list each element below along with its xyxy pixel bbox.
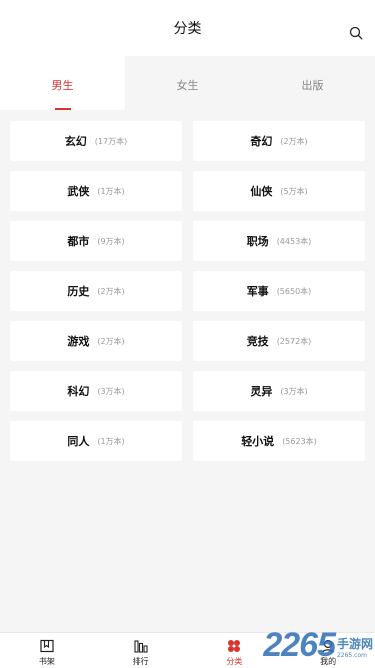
category-item[interactable]: 竞技 (2572本) xyxy=(193,321,365,361)
tab-publish[interactable]: 出版 xyxy=(250,56,375,110)
category-count: (5650本) xyxy=(276,286,312,296)
bookshelf-icon xyxy=(40,639,54,653)
tab-label: 女生 xyxy=(176,79,199,92)
nav-bookshelf[interactable]: 书架 xyxy=(0,633,94,668)
category-count: (5623本) xyxy=(282,436,317,446)
category-name: 科幻 xyxy=(67,385,90,398)
tab-male[interactable]: 男生 xyxy=(0,56,125,110)
tab-female[interactable]: 女生 xyxy=(125,56,250,110)
category-name: 竞技 xyxy=(246,335,269,348)
tab-label: 出版 xyxy=(301,79,324,92)
category-name: 仙侠 xyxy=(250,185,273,198)
category-icon xyxy=(228,640,241,652)
category-count: (2万本) xyxy=(280,136,308,146)
category-name: 游戏 xyxy=(67,335,90,348)
category-name: 灵异 xyxy=(250,385,273,398)
nav-category[interactable]: 分类 xyxy=(188,633,282,668)
category-count: (4453本) xyxy=(276,236,312,246)
ranking-icon xyxy=(134,640,148,653)
category-count: (3万本) xyxy=(280,386,308,396)
gender-tabs: 男生 女生 出版 xyxy=(0,56,375,110)
category-name: 武侠 xyxy=(67,185,90,198)
category-name: 职场 xyxy=(246,235,269,248)
category-count: (17万本) xyxy=(94,136,128,146)
category-count: (1万本) xyxy=(97,436,125,446)
bottom-navigation: 书架 排行 分类 我的 xyxy=(0,632,375,668)
category-item[interactable]: 玄幻 (17万本) xyxy=(10,121,182,161)
category-name: 奇幻 xyxy=(250,135,273,148)
top-header: 分类 xyxy=(0,0,375,56)
nav-label: 我的 xyxy=(320,657,337,666)
nav-label: 书架 xyxy=(38,657,55,666)
search-icon[interactable] xyxy=(349,26,363,40)
category-item[interactable]: 奇幻 (2万本) xyxy=(193,121,365,161)
category-item[interactable]: 轻小说 (5623本) xyxy=(193,421,365,461)
category-item[interactable]: 灵异 (3万本) xyxy=(193,371,365,411)
category-count: (1万本) xyxy=(97,186,125,196)
category-name: 都市 xyxy=(67,235,90,248)
category-name: 军事 xyxy=(246,285,269,298)
category-count: (5万本) xyxy=(280,186,308,196)
category-count: (9万本) xyxy=(97,236,125,246)
category-grid: 玄幻 (17万本) 奇幻 (2万本) 武侠 (1万本) 仙侠 (5万本) 都市 (9万本)… xyxy=(10,121,366,461)
category-item[interactable]: 游戏 (2万本) xyxy=(10,321,182,361)
active-tab-indicator xyxy=(54,108,71,110)
category-item[interactable]: 军事 (5650本) xyxy=(193,271,365,311)
category-item[interactable]: 科幻 (3万本) xyxy=(10,371,182,411)
category-name: 同人 xyxy=(67,435,90,448)
category-name: 历史 xyxy=(67,285,90,298)
category-item[interactable]: 同人 (1万本) xyxy=(10,421,182,461)
nav-label: 排行 xyxy=(132,657,149,666)
category-count: (2万本) xyxy=(97,286,125,296)
category-item[interactable]: 都市 (9万本) xyxy=(10,221,182,261)
category-count: (3万本) xyxy=(97,386,125,396)
category-item[interactable]: 历史 (2万本) xyxy=(10,271,182,311)
category-name: 轻小说 xyxy=(241,435,275,448)
profile-icon xyxy=(322,639,335,653)
category-name: 玄幻 xyxy=(64,135,87,148)
category-count: (2572本) xyxy=(276,336,312,346)
category-item[interactable]: 职场 (4453本) xyxy=(193,221,365,261)
category-count: (2万本) xyxy=(97,336,125,346)
tab-label: 男生 xyxy=(51,79,74,92)
nav-profile[interactable]: 我的 xyxy=(281,633,375,668)
page-title: 分类 xyxy=(173,21,202,37)
nav-label: 分类 xyxy=(226,657,243,666)
category-item[interactable]: 仙侠 (5万本) xyxy=(193,171,365,211)
nav-ranking[interactable]: 排行 xyxy=(94,633,188,668)
category-item[interactable]: 武侠 (1万本) xyxy=(10,171,182,211)
